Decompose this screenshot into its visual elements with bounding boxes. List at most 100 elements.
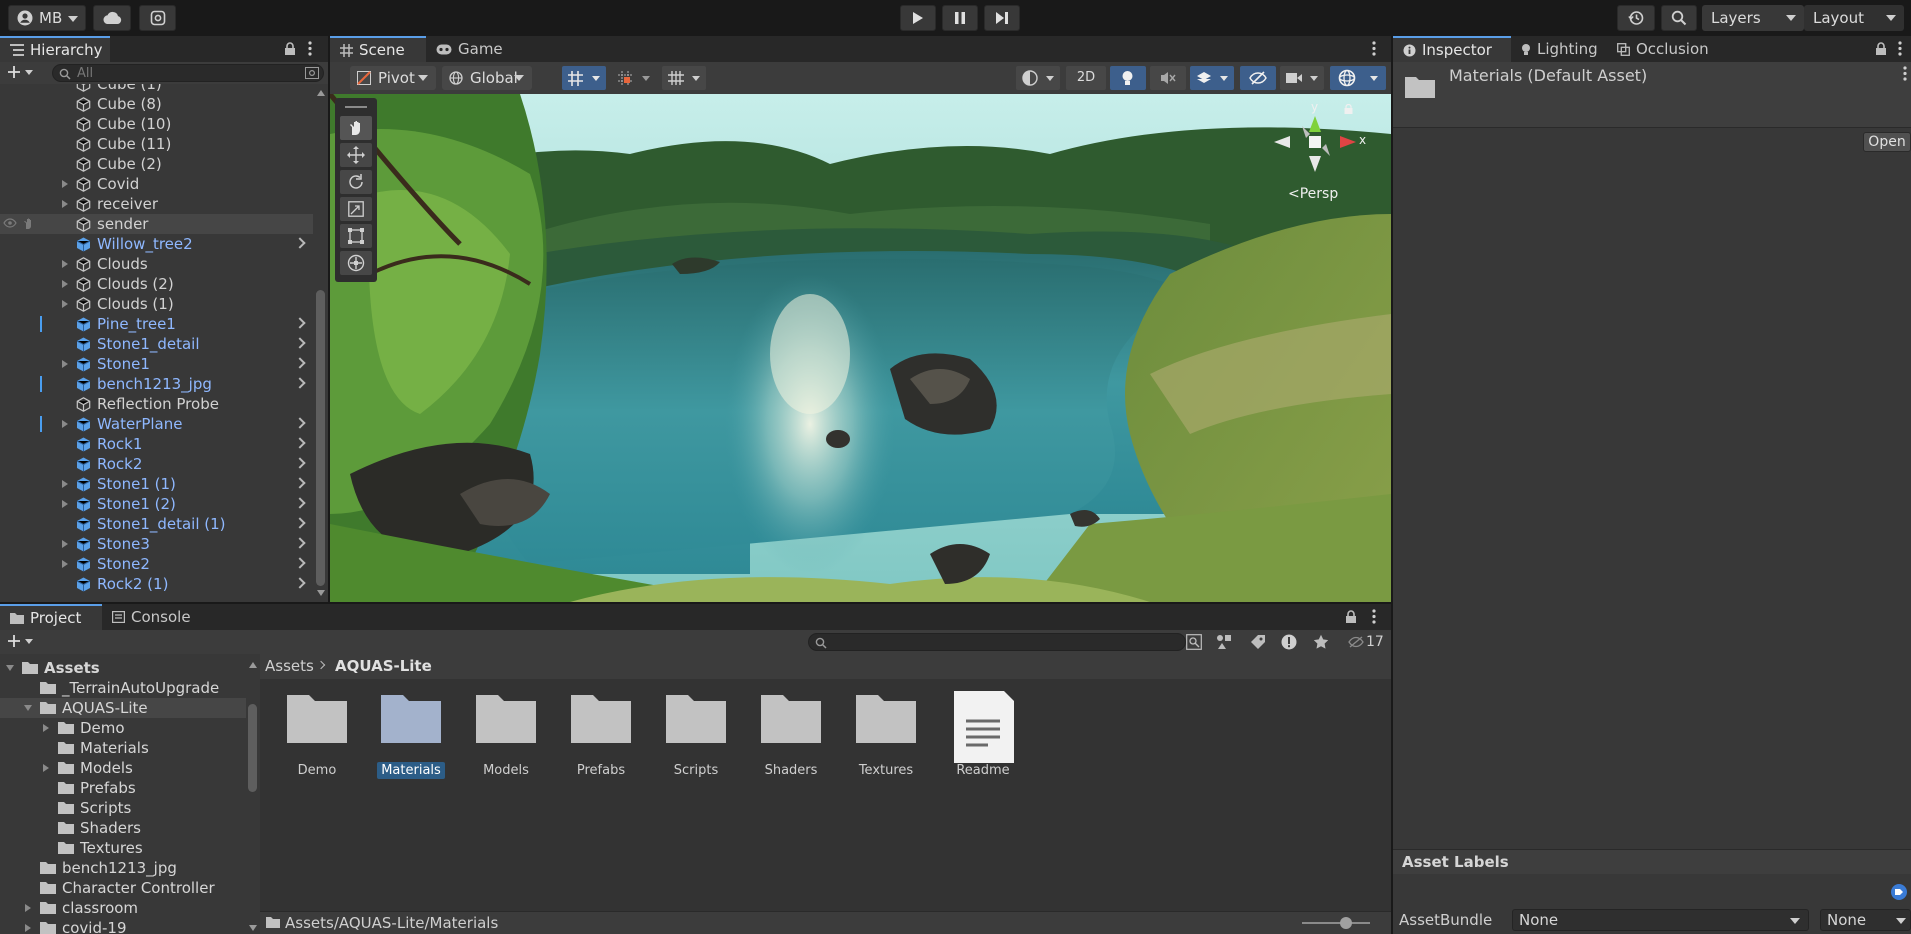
hierarchy-row[interactable]: Covid bbox=[0, 174, 313, 194]
tab-project[interactable]: Project bbox=[0, 604, 102, 630]
rect-tool-button[interactable] bbox=[340, 224, 372, 248]
drag-handle[interactable] bbox=[345, 106, 367, 108]
hierarchy-row[interactable]: Clouds (1) bbox=[0, 294, 313, 314]
project-tree-item[interactable]: Models bbox=[0, 758, 246, 778]
hierarchy-row[interactable]: Stone1 bbox=[0, 354, 313, 374]
label-tag-icon[interactable] bbox=[1891, 884, 1907, 900]
scene-viewport[interactable]: y x <Persp bbox=[330, 94, 1391, 602]
open-prefab-chevron-icon[interactable] bbox=[294, 457, 306, 469]
asset-folder-item[interactable]: Models bbox=[461, 685, 551, 785]
hierarchy-row[interactable]: sender bbox=[0, 214, 313, 234]
hand-tool-button[interactable] bbox=[340, 116, 372, 140]
open-prefab-chevron-icon[interactable] bbox=[294, 537, 306, 549]
hierarchy-row[interactable]: Clouds bbox=[0, 254, 313, 274]
visibility-eye-icon[interactable] bbox=[3, 218, 17, 228]
expand-arrow-icon[interactable] bbox=[6, 665, 14, 671]
hierarchy-row[interactable]: Pine_tree1 bbox=[0, 314, 313, 334]
asset-folder-item[interactable]: Scripts bbox=[651, 685, 741, 785]
hierarchy-row[interactable]: Stone1_detail (1) bbox=[0, 514, 313, 534]
hierarchy-row[interactable]: Rock1 bbox=[0, 434, 313, 454]
cloud-button[interactable] bbox=[93, 5, 131, 31]
snap-settings-toggle[interactable] bbox=[662, 66, 706, 90]
scrollbar-thumb[interactable] bbox=[248, 704, 257, 792]
asset-labels-header[interactable]: Asset Labels bbox=[1393, 850, 1911, 874]
hierarchy-row[interactable]: Stone3 bbox=[0, 534, 313, 554]
filter-by-label-icon[interactable] bbox=[1250, 634, 1266, 650]
scroll-down-arrow-icon[interactable] bbox=[317, 590, 325, 596]
expand-arrow-icon[interactable] bbox=[62, 560, 68, 568]
expand-arrow-icon[interactable] bbox=[24, 705, 32, 711]
expand-arrow-icon[interactable] bbox=[62, 420, 68, 428]
scroll-up-arrow-icon[interactable] bbox=[317, 90, 325, 96]
favorite-star-icon[interactable] bbox=[1313, 634, 1329, 650]
gizmos-dropdown[interactable] bbox=[1330, 66, 1386, 90]
hierarchy-row[interactable]: WaterPlane bbox=[0, 414, 313, 434]
project-tree-item[interactable]: Textures bbox=[0, 838, 246, 858]
account-dropdown[interactable]: MB bbox=[8, 5, 86, 31]
tab-lighting[interactable]: Lighting bbox=[1511, 36, 1607, 62]
search-button[interactable] bbox=[1661, 5, 1697, 31]
hierarchy-row[interactable]: Stone1_detail bbox=[0, 334, 313, 354]
gizmo-lock-icon[interactable] bbox=[1344, 104, 1353, 114]
audio-toggle[interactable] bbox=[1150, 66, 1186, 90]
asset-folder-item[interactable]: Materials bbox=[366, 685, 456, 785]
asset-folder-item[interactable]: Prefabs bbox=[556, 685, 646, 785]
hierarchy-row[interactable]: Cube (2) bbox=[0, 154, 313, 174]
layers-dropdown[interactable]: Layers bbox=[1702, 5, 1804, 31]
open-prefab-chevron-icon[interactable] bbox=[294, 237, 306, 249]
move-tool-button[interactable] bbox=[340, 143, 372, 167]
project-tree-item[interactable]: _TerrainAutoUpgrade bbox=[0, 678, 246, 698]
open-prefab-chevron-icon[interactable] bbox=[294, 497, 306, 509]
project-tree-item[interactable]: bench1213_jpg bbox=[0, 858, 246, 878]
open-prefab-chevron-icon[interactable] bbox=[294, 417, 306, 429]
more-options-icon[interactable] bbox=[1372, 41, 1376, 56]
hierarchy-row[interactable]: bench1213_jpg bbox=[0, 374, 313, 394]
hierarchy-row[interactable]: Stone2 bbox=[0, 554, 313, 574]
step-button[interactable] bbox=[984, 5, 1020, 31]
hierarchy-row[interactable]: Cube (1) bbox=[0, 84, 313, 94]
open-prefab-chevron-icon[interactable] bbox=[294, 477, 306, 489]
open-prefab-chevron-icon[interactable] bbox=[294, 357, 306, 369]
breadcrumb-aquas-lite[interactable]: AQUAS-Lite bbox=[335, 654, 432, 679]
create-asset-button[interactable] bbox=[8, 634, 36, 648]
more-options-icon[interactable] bbox=[308, 41, 312, 56]
project-tree-item[interactable]: classroom bbox=[0, 898, 246, 918]
expand-arrow-icon[interactable] bbox=[43, 724, 49, 732]
open-prefab-chevron-icon[interactable] bbox=[294, 337, 306, 349]
hierarchy-search-input[interactable]: All bbox=[52, 64, 324, 82]
pivot-dropdown[interactable]: Pivot bbox=[350, 66, 436, 90]
create-button[interactable] bbox=[8, 65, 36, 79]
increment-snap-toggle[interactable] bbox=[612, 66, 656, 90]
draw-mode-dropdown[interactable] bbox=[1016, 66, 1060, 90]
open-prefab-chevron-icon[interactable] bbox=[294, 437, 306, 449]
asset-file-item[interactable]: Readme bbox=[938, 685, 1028, 785]
more-options-icon[interactable] bbox=[1903, 66, 1907, 81]
open-prefab-chevron-icon[interactable] bbox=[294, 517, 306, 529]
hierarchy-row[interactable]: Stone1 (2) bbox=[0, 494, 313, 514]
pause-button[interactable] bbox=[942, 5, 978, 31]
expand-arrow-icon[interactable] bbox=[25, 924, 31, 932]
expand-arrow-icon[interactable] bbox=[62, 180, 68, 188]
asset-folder-item[interactable]: Demo bbox=[272, 685, 362, 785]
open-prefab-chevron-icon[interactable] bbox=[294, 557, 306, 569]
tab-inspector[interactable]: Inspector bbox=[1393, 36, 1511, 62]
assetbundle-variant-dropdown[interactable]: None bbox=[1820, 909, 1911, 931]
expand-arrow-icon[interactable] bbox=[62, 260, 68, 268]
expand-arrow-icon[interactable] bbox=[62, 540, 68, 548]
scrollbar-thumb[interactable] bbox=[316, 290, 325, 586]
project-tree-item[interactable]: Character Controller bbox=[0, 878, 246, 898]
hierarchy-scrollbar[interactable] bbox=[313, 84, 328, 602]
project-search-input[interactable] bbox=[808, 633, 1186, 651]
tab-hierarchy[interactable]: Hierarchy bbox=[0, 36, 110, 62]
tab-occlusion[interactable]: Occlusion bbox=[1607, 36, 1727, 62]
project-tree-item[interactable]: Scripts bbox=[0, 798, 246, 818]
global-dropdown[interactable]: Global bbox=[442, 66, 532, 90]
expand-arrow-icon[interactable] bbox=[62, 200, 68, 208]
expand-arrow-icon[interactable] bbox=[62, 500, 68, 508]
tab-game[interactable]: Game bbox=[426, 36, 512, 62]
project-tree-item[interactable]: Assets bbox=[0, 658, 246, 678]
asset-folder-item[interactable]: Shaders bbox=[746, 685, 836, 785]
open-prefab-chevron-icon[interactable] bbox=[294, 377, 306, 389]
transform-tool-button[interactable] bbox=[340, 251, 372, 275]
open-prefab-chevron-icon[interactable] bbox=[294, 577, 306, 589]
